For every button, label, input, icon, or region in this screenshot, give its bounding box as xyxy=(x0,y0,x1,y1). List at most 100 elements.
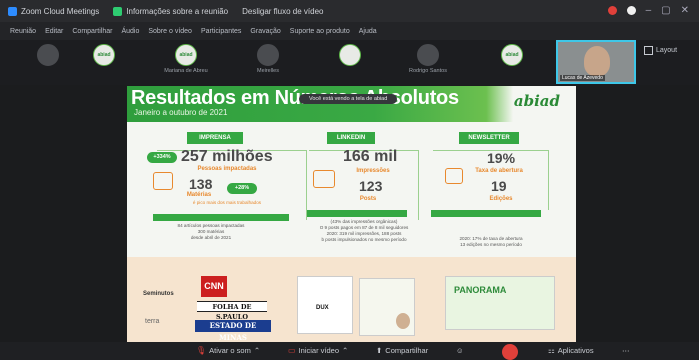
apps-button[interactable]: ⚏ Aplicativos xyxy=(548,346,594,355)
media-logo-folha: FOLHA DE S.PAULO xyxy=(197,301,267,321)
share-screen-button[interactable]: ⬆ Compartilhar xyxy=(376,346,428,355)
menu-item[interactable]: Gravação xyxy=(250,28,280,35)
apps-icon: ⚏ xyxy=(548,346,555,355)
badge: +28% xyxy=(227,183,257,194)
metric-label: Taxa de abertura xyxy=(475,168,523,174)
metric-value: 19 xyxy=(491,178,507,194)
participant-tile[interactable]: Rodrigo Santos xyxy=(400,44,456,80)
avatar xyxy=(257,44,279,66)
grid-icon xyxy=(644,46,653,55)
chevron-up-icon[interactable]: ⌃ xyxy=(254,346,260,355)
article-card: PANORAMA xyxy=(445,276,555,330)
brand-logo: abiad xyxy=(513,92,560,110)
footnote: (43% das impressões orgânicas) O 9 posts… xyxy=(319,219,409,242)
share-screen-icon: ⬆ xyxy=(376,346,383,355)
menu-item[interactable]: Reunião xyxy=(10,28,36,35)
participant-tile[interactable]: Meirelles xyxy=(240,44,296,80)
shield-icon xyxy=(113,6,123,16)
share-banner[interactable]: Você está vendo a tela de abiad xyxy=(299,94,398,104)
article-card: DUX xyxy=(297,276,353,334)
menu-item[interactable]: Áudio xyxy=(121,28,139,35)
menu-item[interactable]: Ajuda xyxy=(359,28,377,35)
footnote: 2020: 17% de taxa de abertura 13 edições… xyxy=(459,236,523,247)
article-card xyxy=(359,278,415,336)
avatar xyxy=(417,44,439,66)
video-off-icon: ▭ xyxy=(288,346,296,355)
metric-label: Edições xyxy=(489,196,513,202)
participant-tile[interactable] xyxy=(322,44,378,80)
zoom-logo-icon xyxy=(8,6,17,16)
video-stream-toggle[interactable]: Desligar fluxo de vídeo xyxy=(242,7,323,16)
avatar xyxy=(37,44,59,66)
column-header-imprensa: IMPRENSA xyxy=(187,132,243,144)
meeting-info-link[interactable]: Informações sobre a reunião xyxy=(113,6,228,16)
metric-label: Posts xyxy=(359,196,377,202)
status-icon xyxy=(626,6,636,15)
reactions-button[interactable]: ☺ xyxy=(456,346,464,355)
recording-indicator-icon xyxy=(607,6,617,15)
chevron-up-icon[interactable]: ⌃ xyxy=(342,346,348,355)
participant-tile[interactable]: abiad xyxy=(76,44,132,80)
media-logo-terra: terra xyxy=(145,318,160,325)
participant-name: Lucas de Azevedo xyxy=(560,75,605,81)
column-header-newsletter: NEWSLETTER xyxy=(459,132,519,144)
metric-label: Matérias xyxy=(186,192,212,198)
slide-subtitle: Janeiro a outubro de 2021 xyxy=(134,108,228,117)
shared-screen: Resultados em Números Absolutos Janeiro … xyxy=(127,86,576,342)
start-video-button[interactable]: ▭ Iniciar vídeo ⌃ xyxy=(288,346,348,355)
menu-item[interactable]: Sobre o vídeo xyxy=(148,28,192,35)
media-logo: Seminutos xyxy=(143,291,174,297)
avatar: abiad xyxy=(175,44,197,66)
menu-item[interactable]: Compartilhar xyxy=(72,28,112,35)
metric-value: 257 milhões xyxy=(181,148,273,165)
window-titlebar: Zoom Cloud Meetings Informações sobre a … xyxy=(0,0,699,22)
muted-mic-icon: 🎙 xyxy=(196,346,207,355)
badge: +334% xyxy=(147,152,177,163)
avatar: abiad xyxy=(501,44,523,66)
footnote: 84 artículos pessoas impactadas 300 maté… xyxy=(177,223,245,240)
image-icon xyxy=(313,170,335,188)
close-button[interactable]: ✕ xyxy=(681,5,689,16)
metric-label: Pessoas impactadas xyxy=(197,166,257,172)
menu-item[interactable]: Participantes xyxy=(201,28,241,35)
divider-bar xyxy=(431,210,541,217)
avatar: abiad xyxy=(93,44,115,66)
more-button[interactable]: ⋯ xyxy=(622,346,630,355)
divider-bar xyxy=(307,210,407,217)
avatar xyxy=(339,44,361,66)
metric-label: Impressões xyxy=(356,168,390,174)
window-controls: – ▢ ✕ xyxy=(607,5,689,16)
minimize-button[interactable]: – xyxy=(646,5,652,16)
metric-value: 166 mil xyxy=(343,148,398,165)
emoji-icon: ☺ xyxy=(456,346,464,355)
person-photo-icon xyxy=(396,313,410,329)
newspaper-icon xyxy=(153,172,173,190)
metric-value: 19% xyxy=(487,150,516,166)
maximize-button[interactable]: ▢ xyxy=(661,5,670,16)
divider-bar xyxy=(153,214,289,221)
participant-tile[interactable]: abiad Mariana de Abreu xyxy=(158,44,214,80)
app-title: Zoom Cloud Meetings xyxy=(8,6,99,16)
slide-title: Resultados em Números Absolutos xyxy=(131,87,459,109)
layout-button[interactable]: Layout xyxy=(644,46,677,55)
media-logo-estado: ESTADO DE MINAS xyxy=(195,320,271,342)
meeting-toolbar: 🎙 Ativar o som ⌃ ▭ Iniciar vídeo ⌃ ⬆ Com… xyxy=(0,342,699,360)
note-text: é pico mais dos mais trabalhados xyxy=(192,200,262,205)
unmute-button[interactable]: 🎙 Ativar o som ⌃ xyxy=(196,346,260,355)
metric-value: 138 xyxy=(189,176,213,192)
more-icon: ⋯ xyxy=(622,346,630,355)
column-header-linkedin: LINKEDIN xyxy=(327,132,375,144)
participant-tile[interactable]: abiad xyxy=(484,44,540,80)
menu-item[interactable]: Suporte ao produto xyxy=(290,28,350,35)
menu-bar: Reunião Editar Compartilhar Áudio Sobre … xyxy=(0,22,699,40)
participant-face xyxy=(584,46,610,76)
media-logo-cnn: CNN xyxy=(201,276,227,297)
end-meeting-button[interactable] xyxy=(502,344,518,360)
media-logo-panorama: PANORAMA xyxy=(454,285,507,295)
metric-value: 123 xyxy=(359,178,383,194)
self-video-tile[interactable]: Lucas de Azevedo xyxy=(556,40,636,84)
menu-item[interactable]: Editar xyxy=(45,28,63,35)
media-logo-dux: DUX xyxy=(316,305,329,311)
mail-icon xyxy=(445,168,463,184)
participant-tile[interactable] xyxy=(20,44,76,80)
